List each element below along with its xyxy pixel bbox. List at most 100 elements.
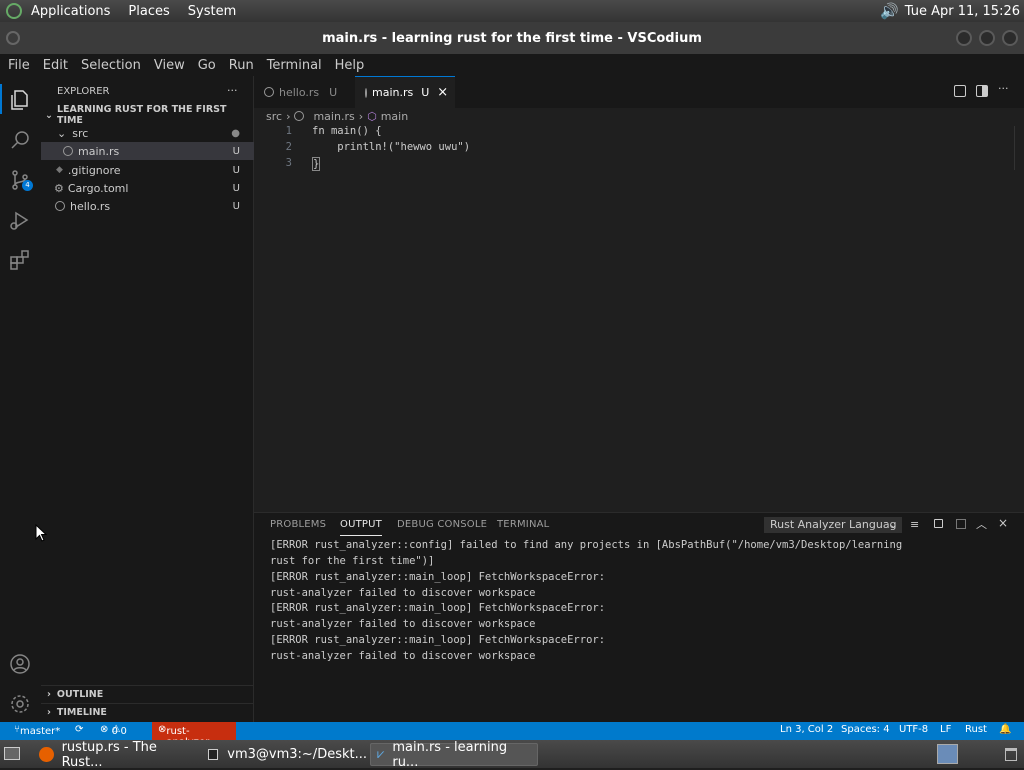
- breadcrumb: src › main.rs › ⬡ main: [254, 108, 1024, 124]
- rust-file-icon: [264, 87, 274, 97]
- timeline-section-header[interactable]: › TIMELINE: [41, 703, 254, 721]
- breadcrumb-src[interactable]: src: [266, 110, 282, 123]
- notifications-bell-icon[interactable]: 🔔: [999, 724, 1011, 735]
- menu-file[interactable]: File: [0, 58, 35, 73]
- tab-terminal[interactable]: TERMINAL: [497, 519, 549, 530]
- run-debug-icon[interactable]: [8, 208, 32, 232]
- menu-selection[interactable]: Selection: [73, 58, 146, 73]
- open-changes-icon[interactable]: [954, 85, 966, 97]
- more-actions-icon[interactable]: ···: [998, 82, 1009, 95]
- untracked-badge: U: [232, 182, 240, 194]
- git-branch-status[interactable]: ⑂ master*: [14, 724, 60, 737]
- chevron-right-icon: ›: [47, 707, 51, 718]
- explorer-more-button[interactable]: ···: [227, 84, 238, 97]
- output-line: rust-analyzer failed to discover workspa…: [270, 587, 536, 599]
- taskbar-firefox[interactable]: rustup.rs - The Rust...: [33, 740, 198, 770]
- firefox-icon: [39, 747, 54, 762]
- breadcrumb-main-fn[interactable]: main: [381, 110, 408, 123]
- sync-icon[interactable]: ⟳: [75, 724, 83, 735]
- split-editor-icon[interactable]: [976, 85, 988, 97]
- maximize-panel-icon[interactable]: ︿: [976, 516, 987, 532]
- menu-bar: File Edit Selection View Go Run Terminal…: [0, 54, 1024, 76]
- code-line[interactable]: fn main() {: [312, 125, 382, 137]
- menu-terminal[interactable]: Terminal: [259, 58, 327, 73]
- output-channel-select[interactable]: Rust Analyzer Languag ⌄: [764, 517, 902, 533]
- encoding-status[interactable]: UTF-8: [899, 724, 928, 735]
- open-in-editor-icon[interactable]: [956, 519, 966, 529]
- applications-menu[interactable]: Applications: [22, 4, 119, 19]
- lock-scroll-icon[interactable]: [934, 519, 943, 528]
- menu-view[interactable]: View: [146, 58, 190, 73]
- vertical-scrollbar[interactable]: [1014, 126, 1020, 170]
- language-mode[interactable]: Rust: [965, 724, 987, 735]
- close-window-button[interactable]: [1002, 30, 1018, 46]
- window-menu-icon[interactable]: [6, 31, 20, 45]
- settings-file-icon: ⚙: [54, 181, 64, 195]
- output-line: rust-analyzer failed to discover workspa…: [270, 618, 536, 630]
- tab-main-rs[interactable]: main.rs U ×: [355, 76, 455, 108]
- tree-file-gitignore[interactable]: ◆ .gitignore U: [41, 161, 254, 179]
- menu-edit[interactable]: Edit: [35, 58, 73, 73]
- system-menu[interactable]: System: [179, 4, 245, 19]
- activity-bar: 4: [0, 76, 41, 722]
- editor-tab-bar: hello.rs U main.rs U × ···: [254, 76, 1024, 108]
- places-menu[interactable]: Places: [119, 4, 178, 19]
- taskbar-vscodium[interactable]: ⩗ main.rs - learning ru...: [370, 740, 538, 770]
- chevron-down-icon: ⌄: [888, 518, 898, 531]
- chevron-right-icon: ›: [47, 689, 51, 700]
- gnome-logo-icon[interactable]: [6, 3, 22, 19]
- menu-run[interactable]: Run: [221, 58, 259, 73]
- untracked-badge: U: [232, 164, 240, 176]
- cursor-position[interactable]: Ln 3, Col 2: [780, 724, 833, 735]
- extensions-icon[interactable]: [8, 248, 32, 272]
- tree-file-main-rs[interactable]: main.rs U: [41, 142, 254, 160]
- clear-output-icon[interactable]: ≡: [910, 518, 919, 531]
- outline-section-header[interactable]: › OUTLINE: [41, 685, 254, 703]
- problems-status[interactable]: ⊗ 0 ⚠ 0: [100, 724, 127, 737]
- clock[interactable]: Tue Apr 11, 15:26: [905, 4, 1020, 19]
- menu-help[interactable]: Help: [327, 58, 370, 73]
- trash-icon[interactable]: [1005, 748, 1017, 761]
- code-editor[interactable]: 1 fn main() { 2 println!("hewwo uwu") 3 …: [254, 124, 1024, 512]
- tab-output[interactable]: OUTPUT: [340, 519, 382, 536]
- window-titlebar[interactable]: main.rs - learning rust for the first ti…: [0, 22, 1024, 54]
- indentation-status[interactable]: Spaces: 4: [841, 724, 890, 735]
- tree-folder-src[interactable]: ⌄ src ●: [41, 124, 254, 142]
- menu-go[interactable]: Go: [190, 58, 221, 73]
- git-file-icon: ◆: [56, 165, 63, 175]
- output-line: rust for the first time")]: [270, 555, 435, 567]
- active-indicator: [0, 84, 2, 114]
- maximize-button[interactable]: [979, 30, 995, 46]
- minimap[interactable]: [922, 124, 1012, 164]
- output-line: rust-analyzer failed to discover workspa…: [270, 650, 536, 662]
- explorer-icon[interactable]: [8, 88, 32, 112]
- tree-file-hello-rs[interactable]: hello.rs U: [41, 197, 254, 215]
- eol-status[interactable]: LF: [940, 724, 951, 735]
- tab-debug-console[interactable]: DEBUG CONSOLE: [397, 519, 487, 530]
- taskbar-terminal[interactable]: vm3@vm3:~/Deskt...: [202, 743, 367, 766]
- settings-gear-icon[interactable]: [8, 692, 32, 716]
- tab-hello-rs[interactable]: hello.rs U: [254, 76, 354, 108]
- close-tab-icon[interactable]: ×: [437, 85, 448, 100]
- code-line[interactable]: }: [312, 157, 321, 171]
- breadcrumb-main-rs[interactable]: main.rs: [313, 110, 354, 123]
- volume-icon[interactable]: 🔊: [880, 2, 899, 20]
- minimize-button[interactable]: [956, 30, 972, 46]
- chevron-down-icon: ⌄: [45, 109, 53, 121]
- rust-file-icon: [55, 201, 65, 211]
- chevron-right-icon: ›: [358, 109, 364, 123]
- tab-problems[interactable]: PROBLEMS: [270, 519, 326, 530]
- account-icon[interactable]: [8, 652, 32, 676]
- workspace-switcher[interactable]: [937, 744, 958, 764]
- taskbar: rustup.rs - The Rust... vm3@vm3:~/Deskt.…: [0, 740, 1024, 770]
- search-icon[interactable]: [8, 128, 32, 152]
- code-line[interactable]: println!("hewwo uwu"): [312, 141, 470, 153]
- output-line: [ERROR rust_analyzer::main_loop] FetchWo…: [270, 571, 606, 583]
- function-symbol-icon: ⬡: [367, 109, 377, 123]
- close-panel-icon[interactable]: ×: [998, 516, 1008, 530]
- tree-file-cargo-toml[interactable]: ⚙ Cargo.toml U: [41, 179, 254, 197]
- project-folder-header[interactable]: ⌄ LEARNING RUST FOR THE FIRST TIME: [41, 104, 254, 126]
- output-line: [ERROR rust_analyzer::main_loop] FetchWo…: [270, 602, 606, 614]
- show-desktop-icon[interactable]: [4, 747, 20, 760]
- explorer-title: EXPLORER: [57, 86, 110, 97]
